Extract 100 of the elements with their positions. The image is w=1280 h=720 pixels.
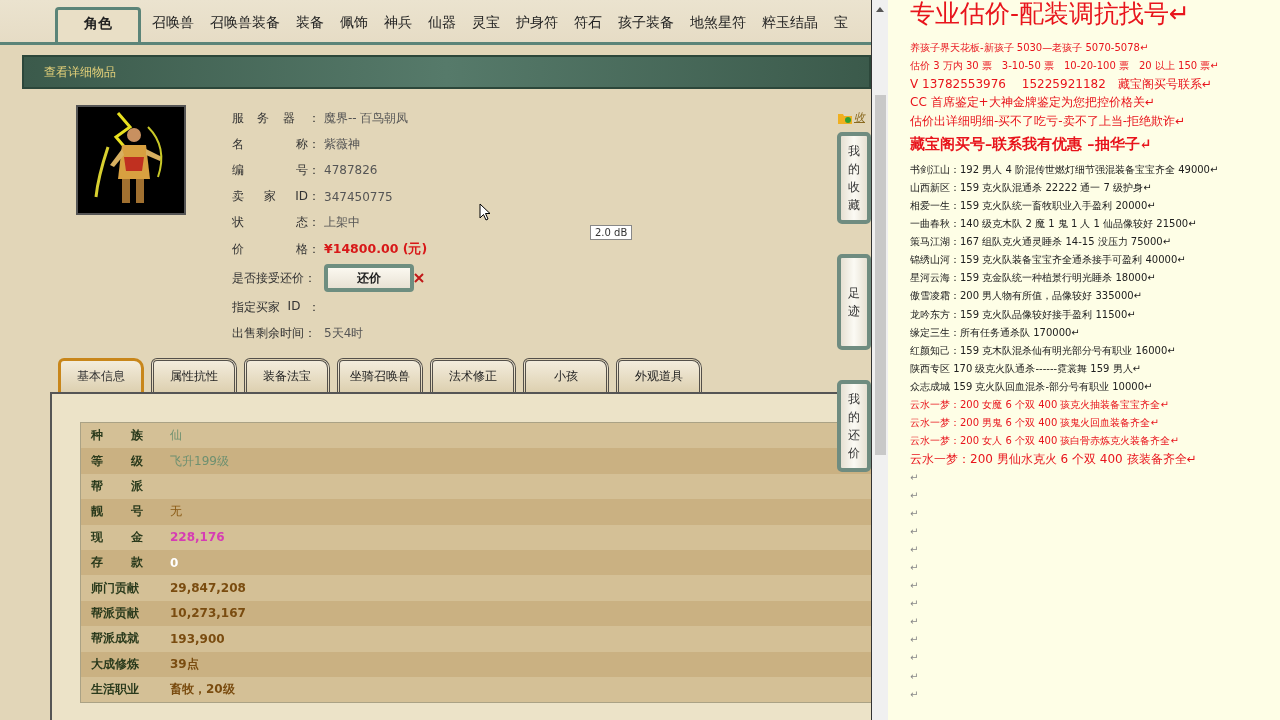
field-value: 347450775 [324, 189, 393, 204]
info-value: 193,900 [170, 631, 225, 646]
paragraph-mark: ↵ [910, 506, 919, 521]
category-tab[interactable]: 粹玉结晶 [754, 7, 826, 42]
info-value: 仙 [170, 427, 182, 445]
info-value: 10,273,167 [170, 606, 246, 621]
detail-tab[interactable]: 坐骑召唤兽 [337, 358, 423, 392]
info-label: 师门贡献 [91, 579, 140, 597]
category-tab[interactable]: 神兵 [376, 7, 420, 42]
category-tab[interactable]: 灵宝 [464, 7, 508, 42]
document-line: 估价 3 万内 30 票 3-10-50 票 10-20-100 票 20 以上 150 票↵ [910, 59, 1219, 74]
panel-title: 查看详细物品 [44, 63, 116, 81]
detail-tab[interactable]: 小孩 [523, 358, 609, 392]
document-line: 云水一梦：200 女魔 6 个双 400 孩克火抽装备宝宝齐全↵ [910, 398, 1169, 412]
category-tab[interactable]: 护身符 [508, 7, 566, 42]
field-label: 是否接受还价： [232, 269, 317, 287]
info-label: 帮 派 [91, 477, 143, 495]
category-tab[interactable]: 召唤兽 [144, 7, 202, 42]
document-line: 书剑江山：192 男人 4 阶混传世燃灯细节强混装备宝宝齐全 49000↵ [910, 162, 1219, 177]
category-tab[interactable]: 符石 [566, 7, 610, 42]
document-line: 估价出详细明细-买不了吃亏-卖不了上当-拒绝欺诈↵ [910, 112, 1186, 130]
info-value: 39点 [170, 655, 199, 673]
paragraph-mark: ↵ [910, 470, 919, 485]
field-value: 紫薇神 [324, 135, 360, 153]
tooltip: 2.0 dB [590, 225, 633, 240]
info-label: 现 金 [91, 528, 143, 546]
field-label: 名 称： [232, 135, 320, 153]
paragraph-mark: ↵ [910, 524, 919, 539]
document-line: 养孩子界天花板-新孩子 5030—老孩子 5070-5078↵ [910, 41, 1149, 55]
counter-offer-button[interactable]: 还价 [324, 264, 414, 293]
document-line: 锦绣山河：159 克火队装备宝宝齐全通杀接手可盈利 40000↵ [910, 253, 1186, 268]
info-value: 飞升199级 [170, 452, 229, 470]
category-tab[interactable]: 仙器 [420, 7, 464, 42]
document-line: 云水一梦：200 男鬼 6 个双 400 孩鬼火回血装备齐全↵ [910, 416, 1159, 431]
document-line: 龙吟东方：159 克火队品像较好接手盈利 11500↵ [910, 307, 1136, 322]
detail-tab[interactable]: 基本信息 [58, 358, 144, 392]
document-line: 云水一梦：200 女人 6 个双 400 孩白骨赤炼克火装备齐全↵ [910, 434, 1179, 449]
paragraph-mark: ↵ [910, 669, 919, 684]
info-label: 种 族 [91, 427, 143, 445]
info-value: 228,176 [170, 530, 225, 545]
info-label: 大成修炼 [91, 655, 140, 673]
category-tab[interactable]: 装备 [288, 7, 332, 42]
document-line: 红颜知己：159 克木队混杀仙有明光部分号有职业 16000↵ [910, 343, 1176, 358]
field-label: 卖 家 ID： [232, 188, 320, 206]
price-value: ¥14800.00 (元) [324, 240, 428, 258]
side-button[interactable]: 足迹 [837, 254, 871, 350]
document-line: 山西新区：159 克火队混通杀 22222 通一 7 级护身↵ [910, 180, 1152, 195]
document-line: 策马江湖：167 组队克火通灵睡杀 14-15 没压力 75000↵ [910, 235, 1172, 250]
info-label: 帮派贡献 [91, 604, 140, 622]
field-label: 价 格： [232, 240, 320, 258]
document-line: 相爱一生：159 克火队统一畜牧职业入手盈利 20000↵ [910, 199, 1156, 213]
paragraph-mark: ↵ [910, 651, 919, 666]
document-line: CC 首席鉴定+大神金牌鉴定为您把控价格关↵ [910, 94, 1155, 112]
detail-tab[interactable]: 属性抗性 [151, 358, 237, 392]
document-heading: 专业估价-配装调抗找号↵ [910, 0, 1190, 28]
category-tab[interactable]: 召唤兽装备 [202, 7, 288, 42]
field-label: 服 务 器 ： [232, 109, 320, 127]
field-value: 魔界-- 百鸟朝凤 [324, 109, 409, 127]
category-tab[interactable]: 宝 [826, 7, 856, 42]
info-label: 靓 号 [91, 503, 143, 521]
info-label: 存 款 [91, 554, 143, 572]
document-line: 藏宝阁买号–联系我有优惠 –抽华子↵ [910, 133, 1152, 154]
side-button[interactable]: 我的还价 [837, 380, 871, 472]
side-button[interactable]: 我的收藏 [837, 132, 871, 224]
field-value: 上架中 [324, 214, 360, 232]
info-value: 0 [170, 555, 179, 570]
field-label: 编 号： [232, 161, 320, 179]
category-tab[interactable]: 地煞星符 [682, 7, 754, 42]
field-label: 出售剩余时间： [232, 324, 317, 342]
category-tab[interactable]: 佩饰 [332, 7, 376, 42]
info-label: 等 级 [91, 452, 143, 470]
cursor-icon [479, 203, 491, 221]
detail-tab[interactable]: 外观道具 [616, 358, 702, 392]
detail-tab[interactable]: 法术修正 [430, 358, 516, 392]
document-line: V 13782553976 15225921182 藏宝阁买号联系↵ [910, 76, 1212, 94]
paragraph-mark: ↵ [910, 633, 919, 648]
info-value: 无 [170, 503, 182, 521]
field-value: 5天4时 [324, 324, 364, 342]
field-label: 指定买家 ID ： [232, 298, 320, 316]
paragraph-mark: ↵ [910, 687, 919, 702]
document-line: 傲雪凌霜：200 男人物有所值，品像较好 335000↵ [910, 289, 1142, 304]
paragraph-mark: ↵ [910, 615, 919, 630]
paragraph-mark: ↵ [910, 488, 919, 503]
category-tab[interactable]: 角色 [55, 7, 141, 42]
document-line: 众志成城 159 克火队回血混杀-部分号有职业 10000↵ [910, 379, 1153, 394]
paragraph-mark: ↵ [910, 560, 919, 575]
document-line: 云水一梦：200 男仙水克火 6 个双 400 孩装备齐全↵ [910, 451, 1197, 469]
document-line: 一曲春秋：140 级克木队 2 魔 1 鬼 1 人 1 仙品像较好 21500↵ [910, 217, 1197, 232]
category-tab[interactable]: 孩子装备 [610, 7, 682, 42]
document-line: 星河云海：159 克金队统一种植景行明光睡杀 18000↵ [910, 271, 1156, 286]
field-value: 4787826 [324, 163, 378, 178]
folder-icon [838, 111, 852, 124]
info-label: 生活职业 [91, 681, 140, 699]
info-label: 帮派成就 [91, 630, 140, 648]
favorite-link[interactable]: 收 [854, 110, 865, 125]
info-value: 29,847,208 [170, 581, 246, 596]
paragraph-mark: ↵ [910, 542, 919, 557]
paragraph-mark: ↵ [910, 597, 919, 612]
info-value: 畜牧，20级 [170, 681, 235, 699]
detail-tab[interactable]: 装备法宝 [244, 358, 330, 392]
